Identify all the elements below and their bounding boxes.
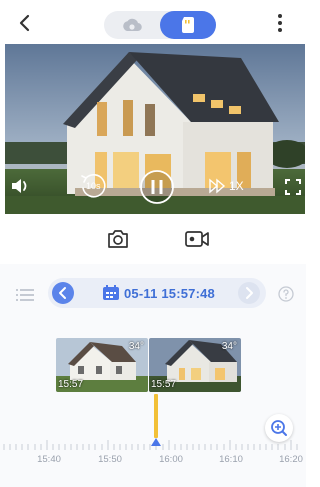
prev-day-chevron-left-icon[interactable] (52, 282, 74, 304)
top-bar (0, 0, 306, 44)
rewind-label: 10s (86, 181, 101, 191)
video-record-icon[interactable] (184, 228, 209, 250)
thumbnail-time: 15:57 (58, 379, 84, 390)
help-question-icon[interactable] (278, 286, 294, 307)
timeline-cursor[interactable] (154, 394, 158, 438)
list-icon[interactable] (16, 288, 34, 307)
more-vertical-icon[interactable] (272, 12, 288, 34)
zoom-in-icon[interactable] (265, 414, 293, 442)
timeline-label: 16:20 (279, 454, 303, 465)
next-day-chevron-right-icon[interactable] (238, 282, 260, 304)
timeline-cursor-marker (151, 438, 161, 446)
sd-card-tab[interactable] (160, 11, 216, 39)
cloud-icon (123, 18, 142, 32)
sd-card-icon (182, 17, 194, 33)
back-chevron-left-icon[interactable] (14, 12, 36, 34)
storage-segmented-control (104, 11, 216, 39)
thumbnail-temperature: 34° (128, 341, 144, 352)
thumbnail-time: 15:57 (151, 379, 177, 390)
event-thumbnail[interactable]: 34° 15:57 (56, 338, 148, 392)
thumbnail-temperature: 34° (221, 341, 237, 352)
mute-speaker-icon[interactable] (10, 177, 30, 200)
event-thumbnails: 34° 15:57 34° 15:57 (0, 326, 306, 394)
fast-forward-icon[interactable] (209, 178, 227, 199)
timeline-label: 16:00 (159, 454, 183, 465)
action-row (0, 214, 306, 264)
rewind-10-icon[interactable]: 10s (78, 172, 108, 207)
playback-timeline[interactable]: 15:40 15:50 16:00 16:10 16:20 (0, 394, 306, 487)
fullscreen-icon[interactable] (285, 179, 301, 200)
pause-icon[interactable] (138, 168, 176, 211)
playback-speed-label[interactable]: 1X (229, 179, 244, 193)
timeline-label: 15:50 (98, 454, 122, 465)
cloud-storage-tab[interactable] (104, 11, 160, 39)
calendar-icon[interactable] (102, 285, 120, 306)
timeline-label: 16:10 (219, 454, 243, 465)
date-bar: 05-11 15:57:48 (0, 264, 306, 326)
timeline-label: 15:40 (37, 454, 61, 465)
camera-icon[interactable] (106, 228, 130, 250)
video-player[interactable]: 10s 1X (5, 44, 305, 214)
current-datetime[interactable]: 05-11 15:57:48 (124, 286, 215, 301)
event-thumbnail[interactable]: 34° 15:57 (149, 338, 241, 392)
